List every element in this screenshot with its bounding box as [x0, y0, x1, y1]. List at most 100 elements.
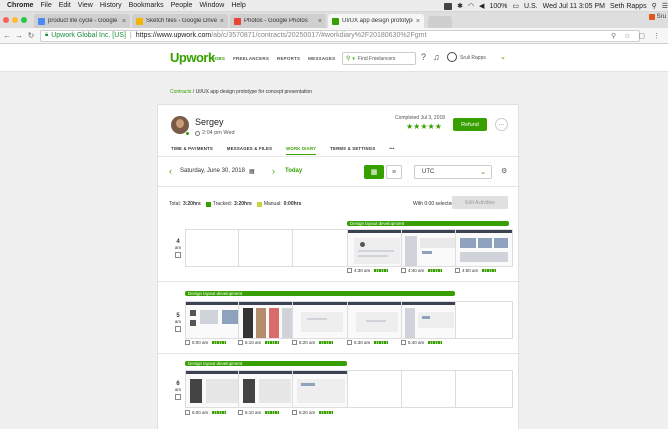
nav-messages[interactable]: MESSAGES — [308, 56, 335, 61]
screenshot-thumbnail[interactable] — [401, 301, 459, 339]
slot-checkbox[interactable] — [455, 268, 460, 273]
screenshot-thumbnail[interactable] — [238, 301, 296, 339]
minimize-window-button[interactable] — [12, 17, 18, 23]
tab-google-photos[interactable]: Photos - Google Photos × — [230, 14, 326, 28]
help-icon[interactable]: ? — [421, 52, 426, 62]
chevron-right-icon[interactable]: › — [272, 166, 275, 176]
gear-icon[interactable]: ⚙ — [501, 167, 507, 175]
chevron-left-icon[interactable]: ‹ — [169, 166, 172, 176]
tab-work-diary[interactable]: WORK DIARY — [286, 146, 317, 155]
menubar-clock[interactable]: Wed Jul 11 3:05 PM — [543, 3, 605, 10]
bluetooth-icon[interactable]: ✱ — [457, 2, 463, 10]
menu-help[interactable]: Help — [231, 2, 245, 9]
close-tab-icon[interactable]: × — [318, 18, 322, 25]
menu-people[interactable]: People — [171, 2, 193, 9]
slot-checkbox[interactable] — [238, 340, 243, 345]
menu-window[interactable]: Window — [199, 2, 224, 9]
tab-messages-files[interactable]: MESSAGES & FILES — [227, 146, 272, 155]
slot-checkbox[interactable] — [401, 268, 406, 273]
close-tab-icon[interactable]: × — [416, 18, 420, 25]
refund-button[interactable]: Refund — [453, 118, 487, 131]
tab-time-payments[interactable]: TIME & PAYMENTS — [171, 146, 213, 155]
slot-checkbox[interactable] — [185, 340, 190, 345]
new-tab-button[interactable] — [428, 16, 452, 28]
timezone-select[interactable]: UTC ⌄ — [414, 165, 492, 179]
avatar[interactable] — [446, 52, 457, 62]
extension-icon[interactable]: ▢ — [638, 32, 645, 40]
menubar-user[interactable]: Seth Rapps — [610, 3, 647, 10]
tab-google-drive[interactable]: Sketch files - Google Drive × — [132, 14, 228, 28]
screenshot-thumbnail[interactable] — [455, 229, 513, 267]
search-dropdown-icon[interactable]: ▾ — [352, 56, 355, 62]
header-user-name[interactable]: Sruli Rapps — [460, 55, 486, 61]
more-options-button[interactable]: ··· — [495, 118, 508, 131]
battery-percent[interactable]: 100% — [489, 3, 507, 10]
slot-checkbox[interactable] — [401, 340, 406, 345]
spotlight-icon[interactable]: ⚲ — [652, 2, 657, 10]
tab-upwork-active[interactable]: UI/UX app design prototype fo × — [328, 14, 424, 28]
tab-more[interactable]: ••• — [389, 146, 394, 155]
status-icon[interactable] — [444, 2, 453, 10]
notification-center-icon[interactable]: ☰ — [662, 2, 668, 10]
screenshot-thumbnail[interactable] — [292, 301, 350, 339]
url-bar[interactable]: 🔒︎ Upwork Global Inc. [US] | https://www… — [40, 29, 640, 42]
forward-icon[interactable]: → — [14, 31, 24, 40]
screenshot-thumbnail[interactable] — [185, 301, 243, 339]
screenshot-thumbnail[interactable] — [347, 301, 405, 339]
wifi-icon[interactable]: ◠ — [468, 2, 474, 10]
menu-file[interactable]: File — [40, 2, 51, 9]
tab-terms-settings[interactable]: TERMS & SETTINGS — [330, 146, 375, 155]
slot-checkbox[interactable] — [292, 410, 297, 415]
slot-checkbox[interactable] — [238, 410, 243, 415]
edit-activities-button[interactable]: Edit Activities — [452, 196, 508, 209]
back-icon[interactable]: ← — [2, 31, 12, 40]
close-window-button[interactable] — [3, 17, 9, 23]
reload-icon[interactable]: ↻ — [26, 31, 36, 40]
battery-icon[interactable]: ▭ — [512, 2, 519, 10]
screenshot-thumbnail[interactable] — [401, 229, 459, 267]
screenshot-thumbnail[interactable] — [292, 370, 350, 408]
lock-icon[interactable]: 🔒︎ — [45, 32, 48, 39]
grid-view-button[interactable]: ▦ — [364, 165, 384, 179]
menu-edit[interactable]: Edit — [59, 2, 71, 9]
profile-chip[interactable]: Sru — [648, 14, 666, 20]
menu-app-chrome[interactable]: Chrome — [7, 2, 33, 9]
slot-checkbox[interactable] — [185, 410, 190, 415]
search-input[interactable]: ⚲ ▾ Find Freelancers — [342, 52, 416, 65]
zoom-window-button[interactable] — [21, 17, 27, 23]
list-view-button[interactable]: ≡ — [386, 165, 402, 179]
screenshot-thumbnail[interactable] — [238, 370, 296, 408]
nav-freelancers[interactable]: FREELANCERS — [233, 56, 269, 61]
menu-history[interactable]: History — [100, 2, 122, 9]
close-tab-icon[interactable]: × — [220, 18, 224, 25]
chevron-down-icon[interactable]: ⌄ — [500, 53, 506, 61]
upwork-logo[interactable]: Upwork — [170, 50, 215, 65]
completed-date: Completed Jul 3, 2018 — [395, 115, 446, 121]
volume-icon[interactable]: ◀ — [479, 2, 484, 10]
input-source[interactable]: U.S. — [524, 3, 538, 10]
nav-jobs[interactable]: JOBS — [212, 56, 225, 61]
screenshot-thumbnail[interactable] — [347, 229, 405, 267]
slot-checkbox[interactable] — [292, 340, 297, 345]
zoom-search-icon[interactable]: ⚲ — [611, 32, 616, 40]
slot-checkbox[interactable] — [347, 268, 352, 273]
hour-checkbox[interactable] — [175, 252, 181, 258]
freelancer-name[interactable]: Sergey — [195, 117, 224, 127]
site-identity[interactable]: Upwork Global Inc. [US] — [51, 32, 126, 39]
hour-checkbox[interactable] — [175, 394, 181, 400]
calendar-icon[interactable]: ▦ — [249, 168, 255, 175]
notifications-icon[interactable]: ♫ — [433, 52, 440, 62]
screenshot-thumbnail[interactable] — [185, 370, 243, 408]
bookmark-star-icon[interactable]: ☆ — [624, 32, 630, 40]
tab-google-search[interactable]: product life cycle - Google Se × — [34, 14, 130, 28]
menu-dots-icon[interactable]: ⋮ — [653, 32, 660, 40]
hour-checkbox[interactable] — [175, 326, 181, 332]
slot-checkbox[interactable] — [347, 340, 352, 345]
nav-reports[interactable]: REPORTS — [277, 56, 300, 61]
menu-view[interactable]: View — [78, 2, 93, 9]
close-tab-icon[interactable]: × — [122, 18, 126, 25]
today-link[interactable]: Today — [285, 168, 302, 174]
menu-bookmarks[interactable]: Bookmarks — [129, 2, 164, 9]
breadcrumb-contracts[interactable]: Contracts — [170, 89, 191, 95]
slot-time-text: 5:30 am — [354, 340, 371, 345]
